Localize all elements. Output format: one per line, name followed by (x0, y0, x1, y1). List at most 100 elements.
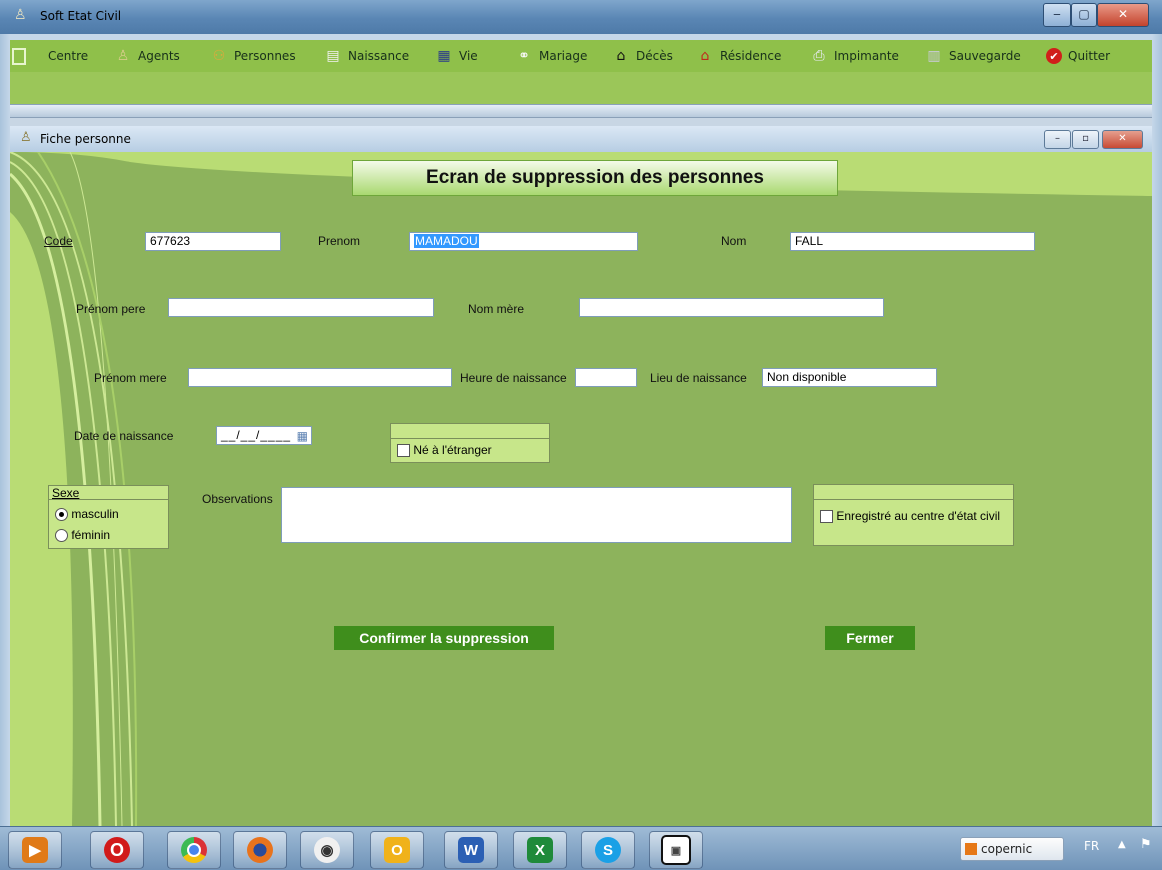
nom-input[interactable]: FALL (790, 232, 1035, 251)
checkbox-icon (820, 510, 833, 524)
nom-mere-label: Nom mère (468, 302, 525, 316)
enregistre-checkbox[interactable]: Enregistré au centre d'état civil (820, 509, 1000, 524)
toolbar-band (10, 72, 1152, 104)
code-input[interactable]: 677623 (145, 232, 281, 251)
copernic-button[interactable]: copernic (960, 837, 1064, 861)
ne-etranger-checkbox[interactable]: Né à l'étranger (397, 443, 492, 458)
radio-feminin[interactable]: féminin (55, 528, 110, 543)
menu-item-imprimante[interactable]: ⎙ Impimante (810, 40, 899, 72)
firefox-icon (247, 837, 273, 863)
action-center-flag-icon[interactable]: ⚑ (1140, 837, 1152, 852)
mdi-separator (10, 104, 1152, 118)
document-icon: ▤ (326, 48, 340, 64)
app-title: Soft Etat Civil (40, 9, 122, 23)
menu-grip-icon (12, 48, 26, 65)
radio-masculin[interactable]: masculin (55, 507, 119, 522)
taskbar-firefox[interactable] (233, 831, 287, 869)
menu-item-residence[interactable]: ⌂ Résidence (696, 40, 782, 72)
menu-item-vie[interactable]: ▦ Vie (435, 40, 477, 72)
show-hidden-icons-icon[interactable]: ▲ (1118, 839, 1126, 850)
menu-item-sauvegarde[interactable]: ▥ Sauvegarde (925, 40, 1020, 72)
observations-label: Observations (202, 492, 273, 506)
life-icon: ▦ (437, 48, 451, 64)
menu-bar: Centre ♙ Agents ⚇ Personnes ▤ Naissance ▦ Vi… (10, 40, 1152, 72)
couple-icon: ⚭ (518, 48, 530, 64)
person-icon: ♙ (20, 130, 32, 145)
language-indicator[interactable]: FR (1084, 839, 1099, 853)
app-icon: ◉ (314, 837, 340, 863)
death-icon: ⌂ (616, 48, 626, 64)
radio-icon (55, 529, 68, 543)
taskbar-opera[interactable]: O (90, 831, 144, 869)
menu-item-agents[interactable]: ♙ Agents (114, 40, 180, 72)
taskbar-word[interactable]: W (444, 831, 498, 869)
menu-item-deces[interactable]: ⌂ Décès (612, 40, 673, 72)
word-icon: W (458, 837, 484, 863)
house-icon: ⌂ (700, 48, 710, 64)
date-naissance-label: Date de naissance (74, 429, 174, 443)
group-divider (391, 438, 549, 439)
taskbar-skype[interactable]: S (581, 831, 635, 869)
prenom-mere-input[interactable] (188, 368, 452, 387)
menu-item-centre[interactable]: Centre (48, 40, 88, 72)
prenom-mere-label: Prénom mere (94, 371, 167, 385)
menu-item-naissance[interactable]: ▤ Naissance (324, 40, 409, 72)
heure-naissance-label: Heure de naissance (460, 371, 567, 385)
observations-input[interactable] (281, 487, 792, 543)
etranger-group: Né à l'étranger (390, 423, 550, 463)
confirm-delete-button[interactable]: Confirmer la suppression (334, 626, 554, 650)
lieu-naissance-input[interactable]: Non disponible (762, 368, 937, 387)
calendar-icon[interactable]: ▦ (297, 428, 309, 444)
lieu-naissance-label: Lieu de naissance (650, 371, 747, 385)
sexe-group: Sexe masculin féminin (48, 485, 169, 549)
close-icon[interactable]: ✕ (1097, 3, 1149, 27)
enregistre-group: Enregistré au centre d'état civil (813, 484, 1014, 546)
skype-icon: S (595, 837, 621, 863)
checkbox-icon (397, 444, 410, 458)
taskbar-excel[interactable]: X (513, 831, 567, 869)
child-title-bar: ♙ Fiche personne – ▫ ✕ (10, 126, 1152, 153)
close-button[interactable]: Fermer (825, 626, 915, 650)
copernic-icon (965, 843, 977, 855)
window-frame-right (1152, 34, 1162, 826)
save-icon: ▥ (927, 48, 941, 64)
heure-naissance-input[interactable] (575, 368, 637, 387)
nom-label: Nom (721, 234, 747, 248)
prenom-label: Prenom (318, 234, 361, 248)
maximize-icon[interactable]: ▢ (1071, 3, 1097, 27)
sexe-label: Sexe (52, 486, 80, 500)
window-frame-left (0, 34, 10, 826)
child-minimize-icon[interactable]: – (1044, 130, 1071, 149)
child-maximize-icon[interactable]: ▫ (1072, 130, 1099, 149)
taskbar-outlook[interactable]: O (370, 831, 424, 869)
form-area: Ecran de suppression des personnes Code … (10, 152, 1152, 826)
child-close-icon[interactable]: ✕ (1102, 130, 1143, 149)
taskbar: ▶ O ◉ O W X S ▣ copernic FR ▲ ⚑ (0, 826, 1162, 870)
printer-icon: ⎙ (813, 48, 825, 64)
date-naissance-input[interactable]: __/__/____ ▦ (216, 426, 312, 445)
taskbar-chrome[interactable] (167, 831, 221, 869)
prenom-input[interactable]: MAMADOU (409, 232, 638, 251)
nom-mere-input[interactable] (579, 298, 884, 317)
app-logo-icon: ♙ (14, 7, 27, 23)
group-divider (814, 499, 1013, 500)
chrome-icon (181, 837, 207, 863)
child-title: Fiche personne (40, 132, 131, 146)
page-title: Ecran de suppression des personnes (352, 160, 838, 196)
taskbar-window[interactable]: ▣ (649, 831, 703, 869)
menu-item-mariage[interactable]: ⚭ Mariage (515, 40, 587, 72)
quit-icon: ✔ (1046, 48, 1062, 64)
prenom-pere-label: Prénom pere (76, 302, 146, 316)
opera-icon: O (104, 837, 130, 863)
menu-item-personnes[interactable]: ⚇ Personnes (210, 40, 296, 72)
prenom-pere-input[interactable] (168, 298, 434, 317)
minimize-icon[interactable]: ‒ (1043, 3, 1071, 27)
taskbar-app[interactable]: ◉ (300, 831, 354, 869)
date-value: __/__/____ (221, 428, 292, 442)
menu-item-quitter[interactable]: ✔ Quitter (1046, 40, 1110, 72)
prenom-value: MAMADOU (414, 234, 479, 248)
taskbar-media-player[interactable]: ▶ (8, 831, 62, 869)
persons-icon: ⚇ (212, 48, 226, 64)
group-divider (49, 499, 168, 500)
agent-icon: ♙ (116, 48, 130, 64)
